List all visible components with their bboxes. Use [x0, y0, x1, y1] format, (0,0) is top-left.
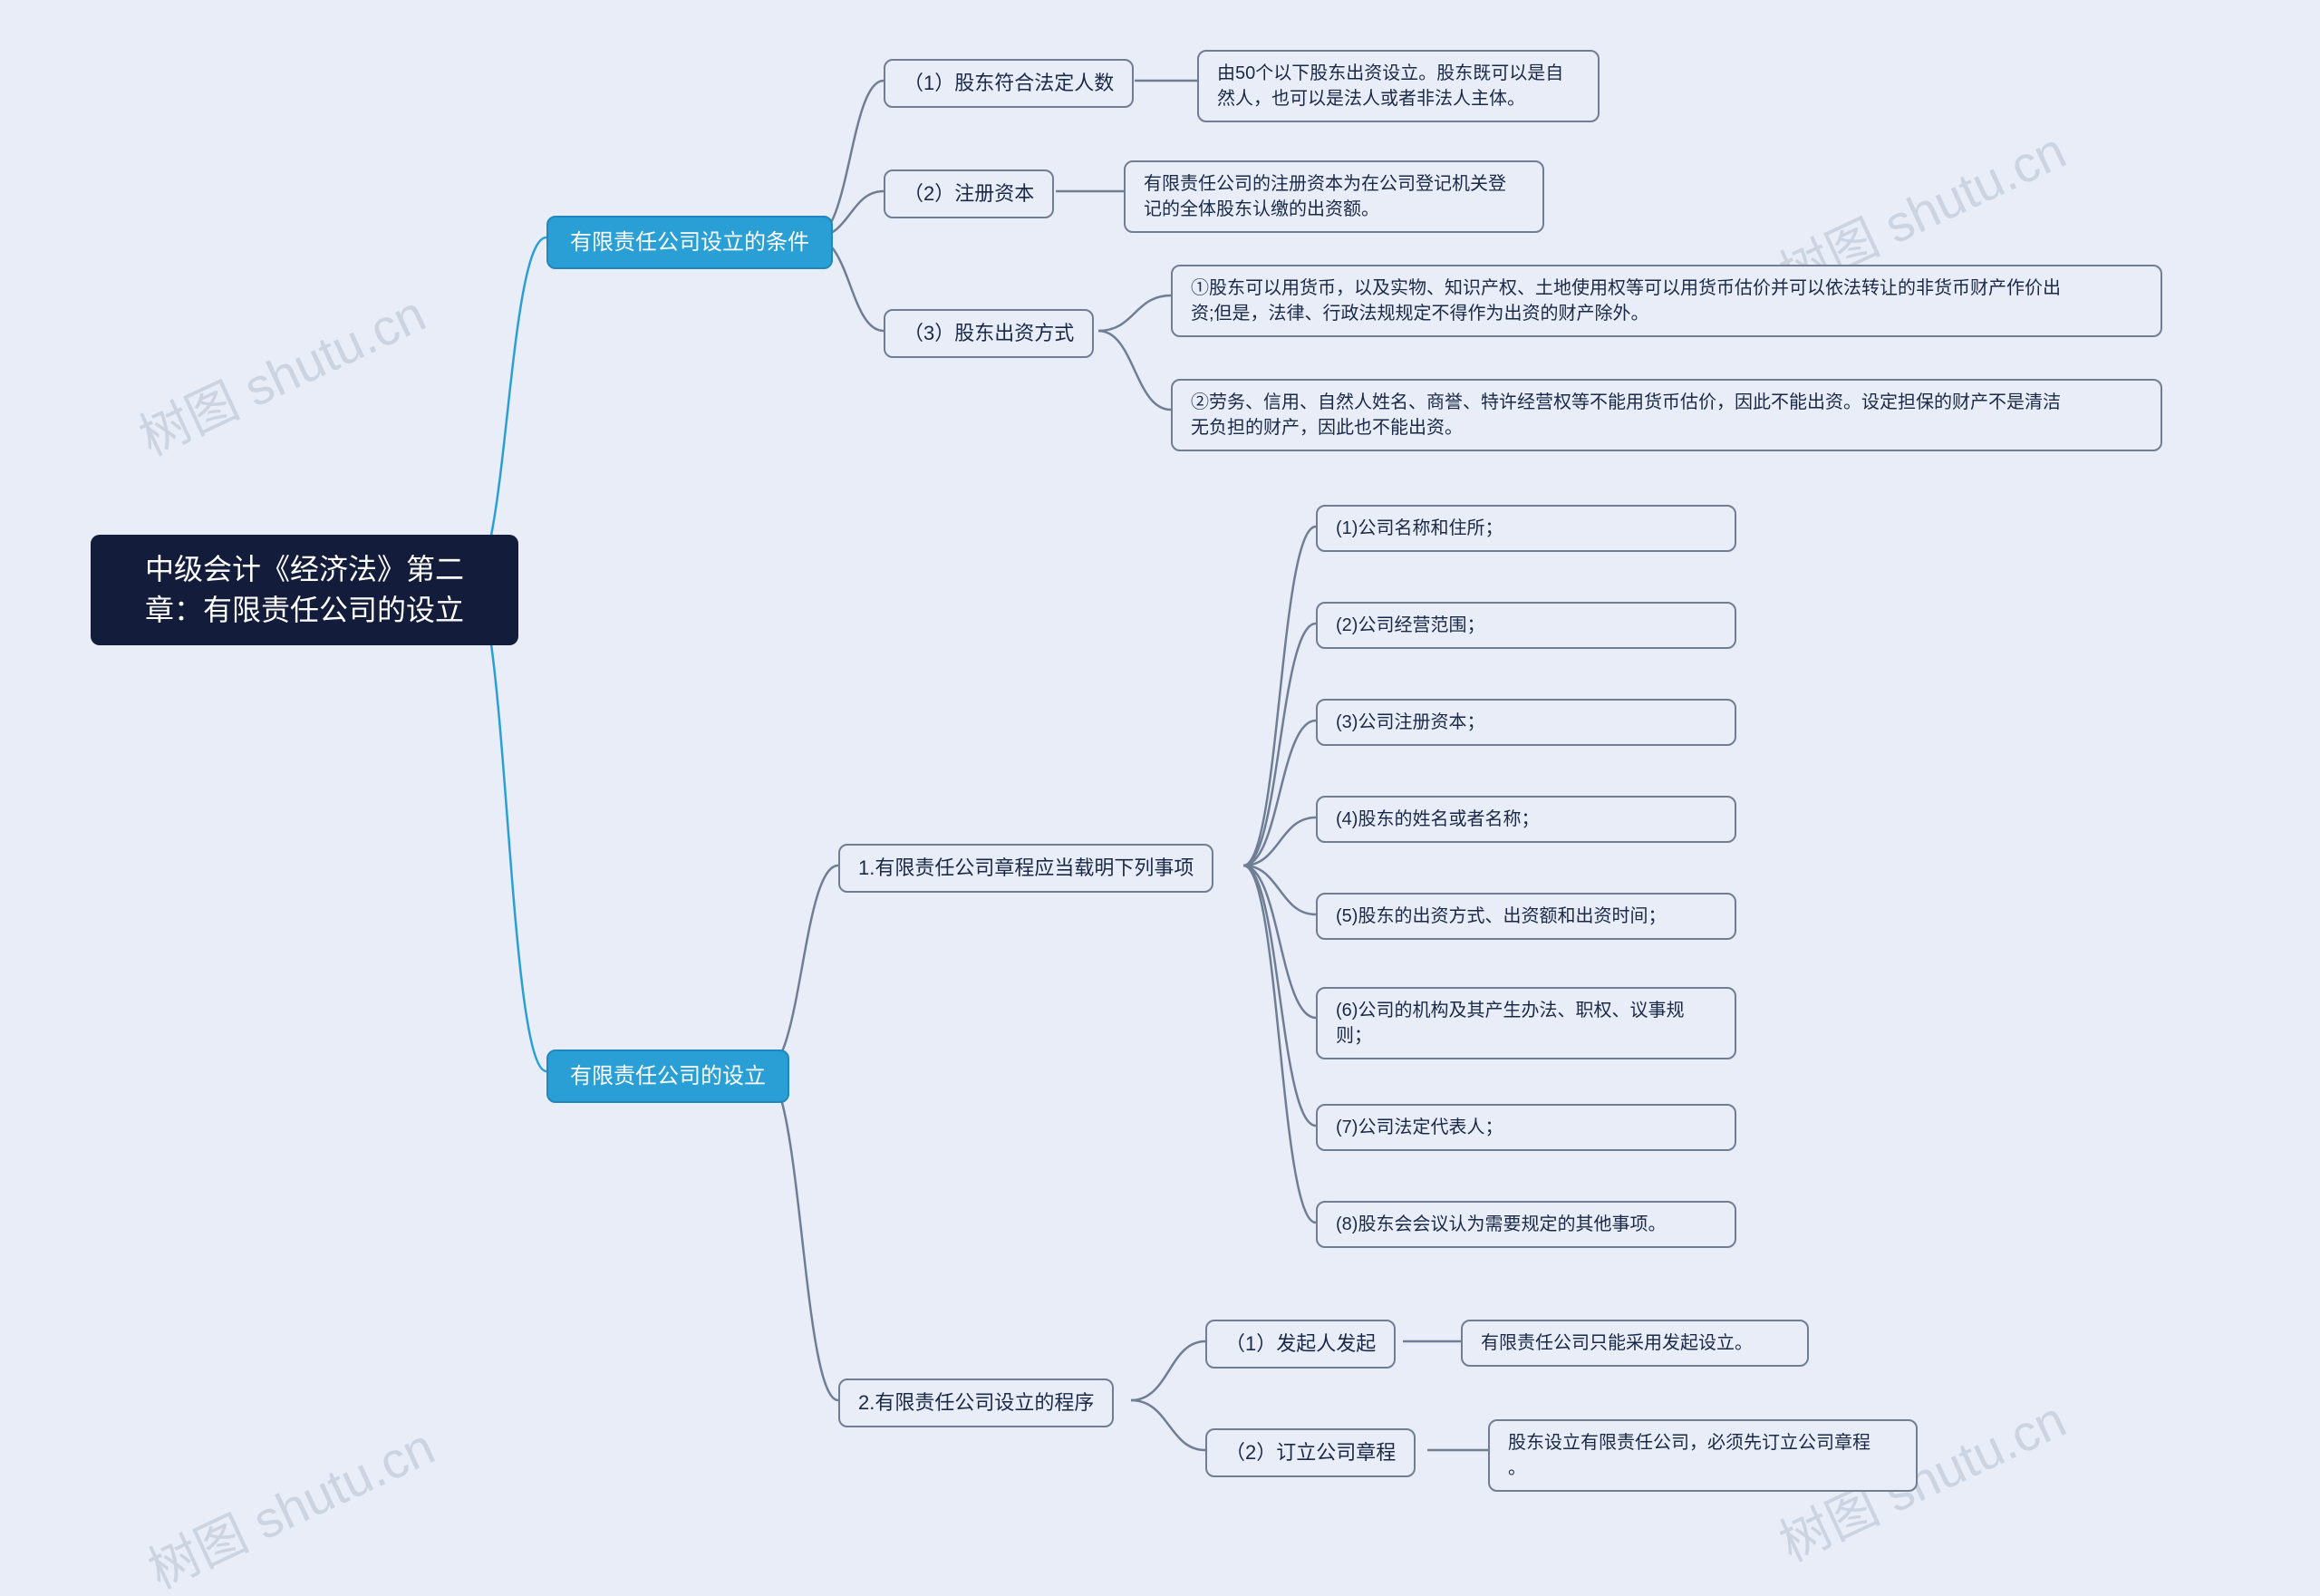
- leaf-contribution-method-2: ②劳务、信用、自然人姓名、商誉、特许经营权等不能用货币估价，因此不能出资。设定担…: [1171, 379, 2162, 451]
- leaf-article-6: (6)公司的机构及其产生办法、职权、议事规 则；: [1316, 987, 1736, 1059]
- node-registered-capital[interactable]: （2）注册资本: [884, 169, 1054, 218]
- leaf-article-3: (3)公司注册资本；: [1316, 699, 1736, 746]
- leaf-article-8: (8)股东会会议认为需要规定的其他事项。: [1316, 1201, 1736, 1248]
- leaf-proc-articles-detail: 股东设立有限责任公司，必须先订立公司章程 。: [1488, 1419, 1918, 1492]
- node-proc-articles[interactable]: （2）订立公司章程: [1205, 1428, 1416, 1477]
- leaf-article-7: (7)公司法定代表人；: [1316, 1104, 1736, 1151]
- leaf-proc-initiator-detail: 有限责任公司只能采用发起设立。: [1461, 1320, 1809, 1367]
- node-contribution-method[interactable]: （3）股东出资方式: [884, 309, 1094, 358]
- leaf-article-1: (1)公司名称和住所；: [1316, 505, 1736, 552]
- node-proc-initiator[interactable]: （1）发起人发起: [1205, 1320, 1396, 1369]
- branch-establishment[interactable]: 有限责任公司的设立: [546, 1049, 789, 1103]
- leaf-article-2: (2)公司经营范围；: [1316, 602, 1736, 649]
- node-establishment-procedure[interactable]: 2.有限责任公司设立的程序: [838, 1378, 1114, 1427]
- watermark: 树图 shutu.cn: [135, 1407, 445, 1596]
- leaf-article-4: (4)股东的姓名或者名称；: [1316, 796, 1736, 843]
- leaf-contribution-method-1: ①股东可以用货币，以及实物、知识产权、土地使用权等可以用货币估价并可以依法转让的…: [1171, 265, 2162, 337]
- node-articles-items[interactable]: 1.有限责任公司章程应当载明下列事项: [838, 844, 1213, 893]
- node-shareholder-count[interactable]: （1）股东符合法定人数: [884, 59, 1134, 108]
- connector-lines: [0, 0, 2320, 1596]
- leaf-registered-capital-detail: 有限责任公司的注册资本为在公司登记机关登 记的全体股东认缴的出资额。: [1124, 160, 1544, 233]
- mindmap-canvas: 树图 shutu.cn 树图 shutu.cn 树图 shutu.cn 树图 s…: [0, 0, 2320, 1596]
- leaf-shareholder-count-detail: 由50个以下股东出资设立。股东既可以是自 然人，也可以是法人或者非法人主体。: [1197, 50, 1600, 122]
- leaf-article-5: (5)股东的出资方式、出资额和出资时间；: [1316, 893, 1736, 940]
- branch-conditions[interactable]: 有限责任公司设立的条件: [546, 216, 833, 269]
- watermark: 树图 shutu.cn: [126, 274, 436, 470]
- root-node[interactable]: 中级会计《经济法》第二 章：有限责任公司的设立: [91, 535, 518, 645]
